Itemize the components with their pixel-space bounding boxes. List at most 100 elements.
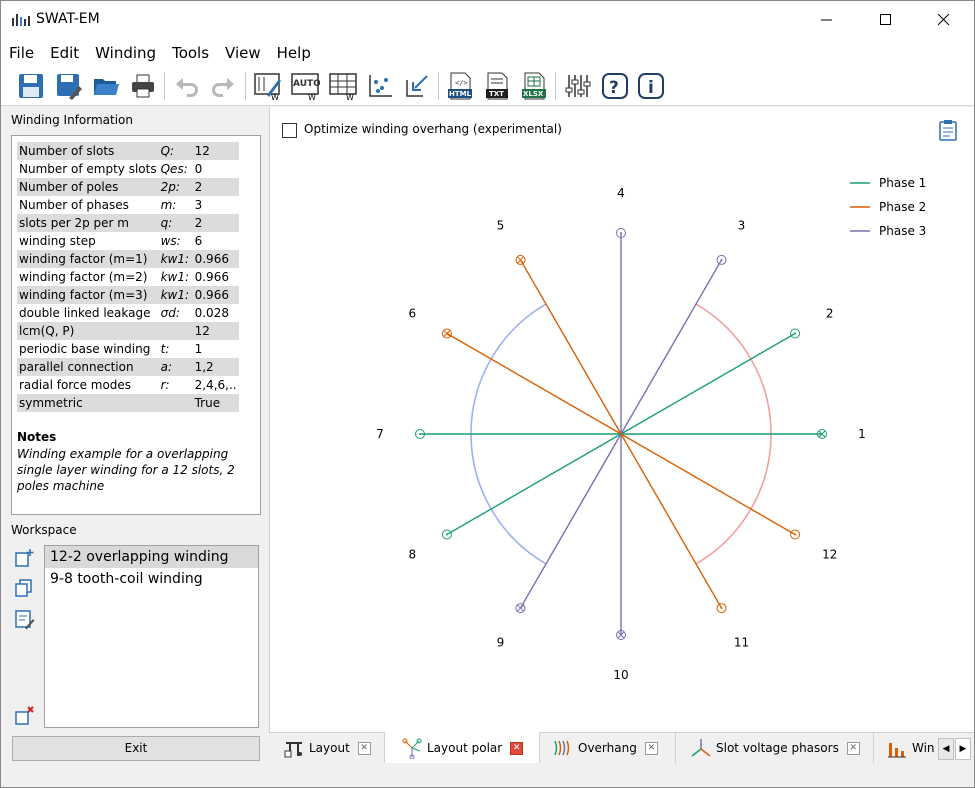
- info-row: double linked leakage σd: 0.028: [17, 304, 239, 322]
- workspace-item[interactable]: 9-8 tooth-coil winding: [45, 568, 258, 590]
- menu-view[interactable]: View: [217, 38, 269, 66]
- auto-winding-button[interactable]: AUTO W: [289, 70, 321, 102]
- info-row: Number of poles 2p: 2: [17, 178, 239, 196]
- info-symbol: σd:: [160, 306, 180, 320]
- info-value: 12: [192, 142, 239, 160]
- menu-help[interactable]: Help: [269, 38, 319, 66]
- legend-label: Phase 1: [879, 176, 926, 190]
- scatter-plot-button[interactable]: [364, 70, 396, 102]
- info-row: Number of phases m: 3: [17, 196, 239, 214]
- add-winding-icon[interactable]: [13, 547, 35, 569]
- slot-label: 12: [822, 548, 837, 562]
- delete-winding-icon[interactable]: [13, 705, 35, 727]
- auto-winding-icon: AUTO W: [291, 73, 320, 101]
- print-button[interactable]: [127, 70, 159, 102]
- svg-text:AUTO: AUTO: [293, 79, 320, 89]
- save-button[interactable]: [15, 70, 47, 102]
- workspace-item[interactable]: 12-2 overlapping winding: [45, 546, 258, 568]
- bar-chart-icon: [888, 743, 906, 758]
- info-value: 2: [192, 214, 239, 232]
- close-tab-icon[interactable]: ✕: [644, 741, 658, 755]
- info-label: winding factor (m=2): [19, 270, 148, 284]
- svg-text:?: ?: [609, 78, 619, 98]
- close-button[interactable]: [921, 1, 967, 38]
- tab-slot-voltage-phasors[interactable]: Slot voltage phasors ✕: [676, 733, 874, 763]
- tab-layout[interactable]: Layout ✕: [277, 733, 385, 763]
- optimize-overhang-checkbox[interactable]: [282, 123, 297, 138]
- info-value: 2: [192, 178, 239, 196]
- table-winding-icon: W: [329, 73, 357, 101]
- info-symbol: Q:: [158, 142, 193, 160]
- minimize-button[interactable]: [804, 1, 850, 38]
- help-button[interactable]: ?: [599, 70, 631, 102]
- maximize-button[interactable]: [863, 1, 909, 38]
- info-value: 0.966: [192, 250, 239, 268]
- winding-info-table: Number of slots Q: 12 Number of empty slots…: [17, 142, 239, 412]
- save-as-button[interactable]: [53, 70, 85, 102]
- menu-tools[interactable]: Tools: [164, 38, 217, 66]
- menu-edit[interactable]: Edit: [42, 38, 87, 66]
- export-xlsx-icon: XLSX: [522, 72, 546, 100]
- export-txt-button[interactable]: TXT: [481, 70, 513, 102]
- legend-label: Phase 2: [879, 200, 926, 214]
- redo-button[interactable]: [207, 70, 239, 102]
- info-row: periodic base winding t: 1: [17, 340, 239, 358]
- export-html-button[interactable]: </> HTML: [444, 70, 476, 102]
- tab-overhang[interactable]: Overhang ✕: [540, 733, 676, 763]
- info-value: 3: [194, 198, 203, 212]
- slot-spoke: [620, 433, 796, 536]
- edit-winding-icon[interactable]: [13, 608, 35, 630]
- workspace-label: Workspace: [11, 523, 77, 537]
- info-label: winding factor (m=3): [17, 286, 159, 304]
- tab-winding-factor[interactable]: Win: [874, 733, 936, 763]
- info-value: True: [192, 394, 239, 412]
- info-row: Number of empty slots Qes: 0: [17, 160, 239, 178]
- slot-label: 5: [497, 218, 505, 232]
- close-tab-icon[interactable]: ✕: [510, 741, 524, 755]
- duplicate-winding-icon[interactable]: [13, 577, 35, 599]
- save-as-icon: [57, 74, 82, 100]
- slot-spoke: [519, 433, 622, 609]
- import-button[interactable]: [401, 70, 433, 102]
- notes-title: Notes: [17, 430, 57, 444]
- menu-winding[interactable]: Winding: [87, 38, 164, 66]
- info-label: winding factor (m=1): [17, 250, 159, 268]
- tab-scroll-left-button[interactable]: ◀: [938, 738, 954, 760]
- info-row: winding factor (m=3) kw1: 0.966: [17, 286, 239, 304]
- table-winding-button[interactable]: W: [327, 70, 359, 102]
- menu-file[interactable]: File: [1, 38, 42, 66]
- settings-button[interactable]: [561, 70, 593, 102]
- tab-layout-polar[interactable]: Layout polar ✕: [385, 732, 540, 763]
- open-button[interactable]: [90, 70, 122, 102]
- export-xlsx-button[interactable]: XLSX: [518, 70, 550, 102]
- redo-icon: [212, 78, 234, 97]
- info-row: Number of slots Q: 12: [17, 142, 239, 160]
- plot-panel: 1 2 3 4 5 6 7 8 9 10 11 12 Phase 1 Phase 2 Phase 3 Opt…: [269, 107, 974, 732]
- slot-spoke: [446, 433, 622, 536]
- minimize-icon: [821, 19, 832, 20]
- info-row: winding step ws: 6: [17, 232, 239, 250]
- slot-dot-marker: [720, 258, 723, 261]
- undo-button[interactable]: [171, 70, 203, 102]
- slot-dot-marker: [419, 433, 421, 435]
- info-button[interactable]: i: [635, 70, 667, 102]
- slot-dot-marker: [794, 332, 797, 335]
- undo-icon: [176, 78, 198, 97]
- slot-spoke: [620, 332, 796, 435]
- tab-scroll-right-button[interactable]: ▶: [955, 738, 971, 760]
- slot-label: 10: [613, 668, 628, 682]
- help-icon: ?: [602, 73, 628, 99]
- slot-dot-marker: [620, 232, 622, 234]
- slot-cross-marker: [517, 604, 524, 612]
- info-label: lcm(Q, P): [17, 322, 159, 340]
- scatter-plot-icon: [369, 75, 392, 97]
- winding-editor-button[interactable]: W: [252, 70, 284, 102]
- exit-button[interactable]: Exit: [12, 736, 260, 761]
- close-tab-icon[interactable]: ✕: [846, 741, 860, 755]
- slot-spoke: [620, 433, 723, 609]
- clipboard-icon[interactable]: [938, 119, 958, 141]
- close-icon: [938, 13, 950, 25]
- slot-spoke: [620, 259, 723, 435]
- close-tab-icon[interactable]: ✕: [357, 741, 371, 755]
- slot-label: 1: [858, 427, 866, 441]
